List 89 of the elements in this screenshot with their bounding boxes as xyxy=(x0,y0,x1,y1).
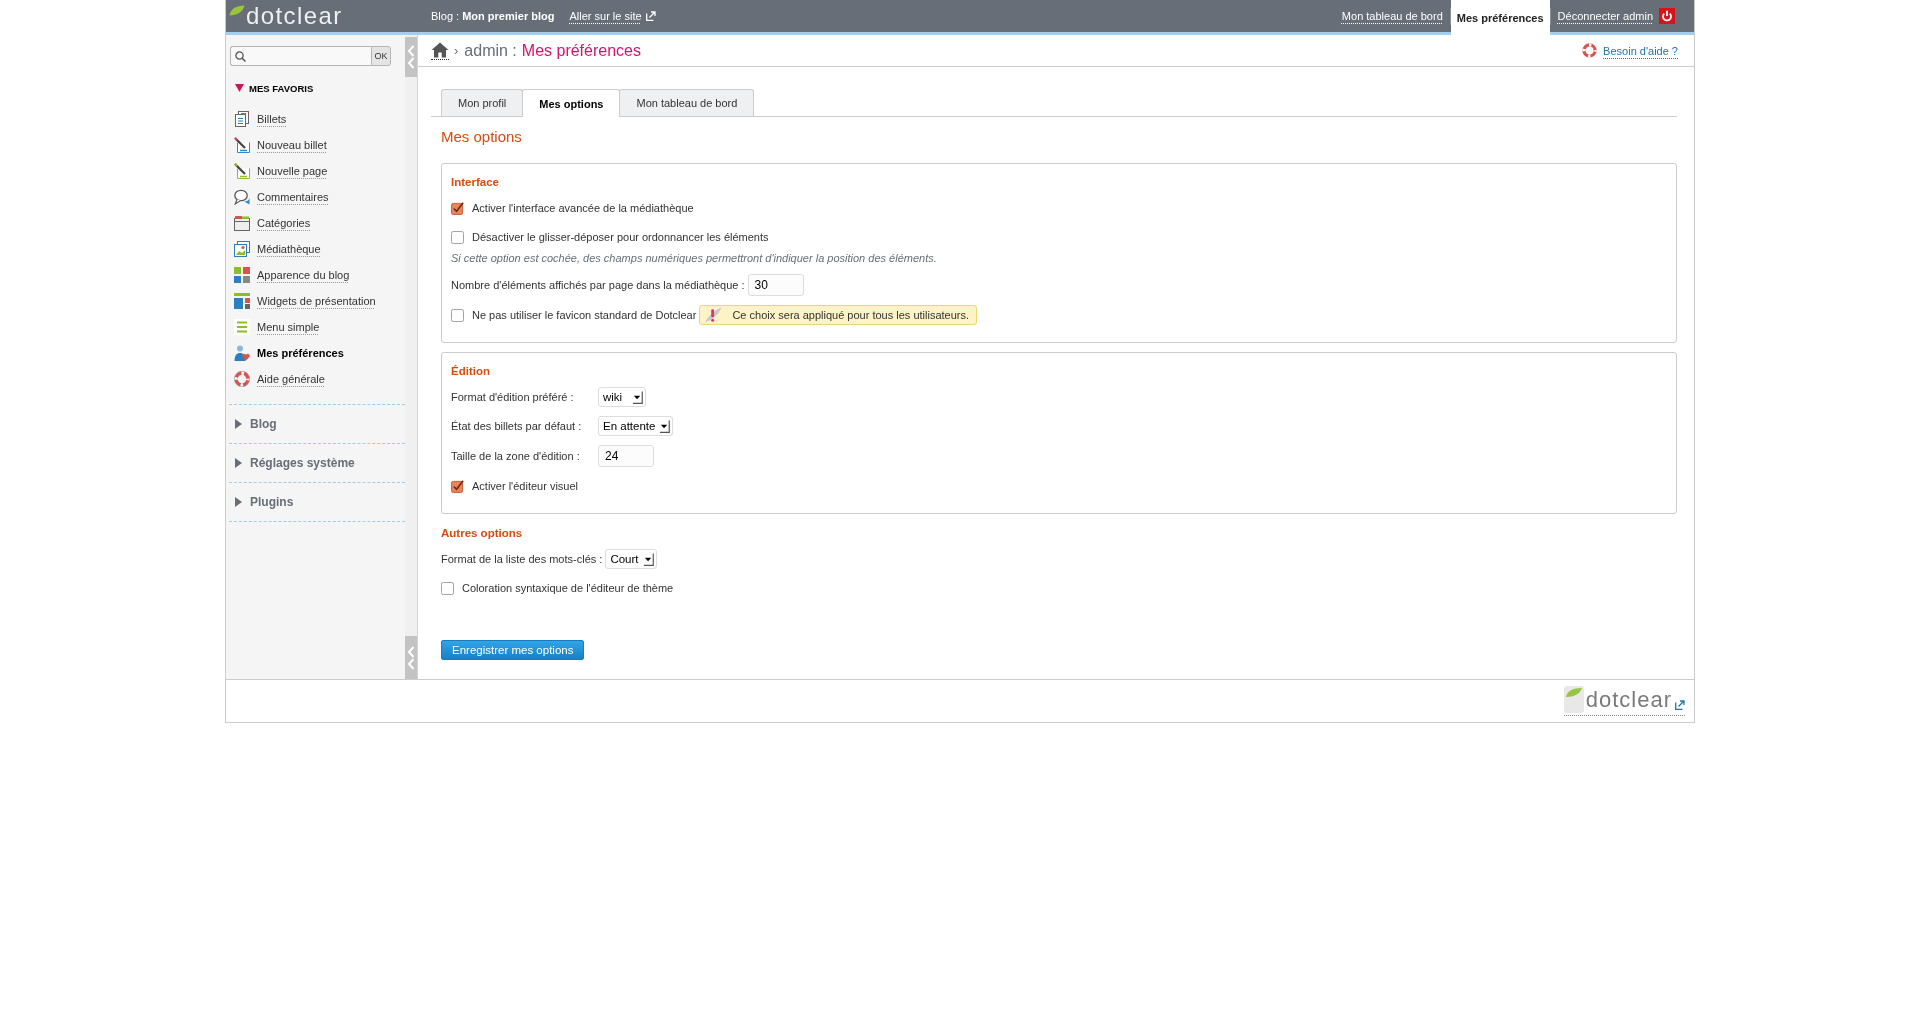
external-link-icon xyxy=(645,11,656,21)
group-title: Interface xyxy=(451,175,500,189)
group-title: Autres options xyxy=(441,526,524,540)
help-text: Si cette option est cochée, des champs numériques permettront d'indiquer la position des éléments. xyxy=(451,251,937,265)
checkbox[interactable] xyxy=(451,308,464,322)
sidebar-link[interactable]: Nouvelle page xyxy=(257,165,328,177)
field-label: État des billets par défaut : xyxy=(451,419,583,433)
triangle-right-icon xyxy=(235,458,242,468)
folder-icon xyxy=(234,215,250,231)
text-input[interactable]: 30 xyxy=(747,274,804,296)
breadcrumb-text: admin : xyxy=(464,41,517,60)
triangle-down-icon xyxy=(235,84,244,92)
warning-text: Ce choix sera appliqué pour tous les utilisateurs. xyxy=(732,309,970,321)
dropdown[interactable]: Court xyxy=(605,549,657,569)
caret-icon xyxy=(632,389,643,405)
nav-link[interactable]: Mes préférences xyxy=(1450,0,1550,35)
checkbox-label: Coloration syntaxique de l'éditeur de thème xyxy=(462,581,674,595)
blog-name-label: Blog : Mon premier blog xyxy=(431,10,555,22)
tab[interactable]: Mes options xyxy=(522,89,621,117)
text-input[interactable]: 24 xyxy=(598,445,654,467)
section-heading[interactable]: Plugins xyxy=(229,495,294,509)
dropdown[interactable]: wiki xyxy=(598,387,646,407)
home-icon xyxy=(431,41,449,58)
search-button[interactable]: OK xyxy=(371,46,391,66)
layout-icon xyxy=(234,293,250,309)
triangle-right-icon xyxy=(235,497,242,507)
tab[interactable]: Mon profil xyxy=(441,89,524,116)
image-icon xyxy=(234,241,250,257)
sidebar-link[interactable]: Menu simple xyxy=(257,321,320,333)
checkbox-label: Désactiver le glisser-déposer pour ordonnancer les éléments xyxy=(472,230,769,244)
search-field[interactable] xyxy=(230,46,371,66)
collapse-sidebar-button[interactable] xyxy=(405,37,417,77)
checkbox[interactable] xyxy=(451,479,464,493)
checkbox-label: Activer l'interface avancée de la médiathèque xyxy=(472,201,694,215)
pencil-page-icon xyxy=(234,163,250,179)
sidebar-link[interactable]: Billets xyxy=(257,113,287,125)
caret-icon xyxy=(642,551,654,567)
lifebuoy-icon xyxy=(234,371,250,387)
sidebar-link[interactable]: Mes préférences xyxy=(257,347,344,359)
group-title: Édition xyxy=(451,364,491,378)
double-chevron-left-icon xyxy=(407,45,415,69)
checkbox[interactable] xyxy=(441,581,454,595)
field-label: Nombre d'éléments affichés par page dans la médiathèque : xyxy=(451,278,745,292)
help-link[interactable]: Besoin d'aide ? xyxy=(1582,43,1678,58)
logout-link[interactable]: Déconnecter admin xyxy=(1550,0,1682,35)
page-heading: Mes préférences xyxy=(521,41,641,60)
logo-link[interactable]: dotclear xyxy=(229,4,343,28)
checkbox-label: Activer l'éditeur visuel xyxy=(472,479,579,493)
dropdown[interactable]: En attente xyxy=(598,416,674,436)
checkbox-label: Ne pas utiliser le favicon standard de Dotclear xyxy=(472,308,697,322)
document-icon xyxy=(234,111,250,127)
field-label: Taille de la zone d'édition : xyxy=(451,449,581,463)
sidebar-link[interactable]: Widgets de présentation xyxy=(257,295,376,307)
checkbox[interactable] xyxy=(451,230,464,244)
sidebar-link[interactable]: Médiathèque xyxy=(257,243,321,255)
sidebar-link[interactable]: Aide générale xyxy=(257,373,325,385)
field-label: Format de la liste des mots-clés : xyxy=(441,552,603,566)
checkbox[interactable] xyxy=(451,201,464,215)
section-heading[interactable]: Blog xyxy=(229,417,277,431)
leaf-icon xyxy=(229,5,245,16)
home-link[interactable] xyxy=(431,41,449,60)
visit-site-link[interactable]: Aller sur le site xyxy=(569,10,656,22)
lifebuoy-icon xyxy=(1582,43,1598,58)
sidebar-link[interactable]: Apparence du blog xyxy=(257,269,350,281)
exclamation-icon xyxy=(704,307,723,323)
breadcrumb-separator: › xyxy=(454,43,459,58)
leaf-icon xyxy=(1563,686,1584,713)
section-title: Mes options xyxy=(441,128,523,146)
caret-icon xyxy=(659,418,671,434)
section-heading[interactable]: Réglages système xyxy=(229,456,355,470)
pencil-page-icon xyxy=(234,137,250,153)
color-squares-icon xyxy=(234,267,250,283)
footer-logo-link[interactable]: dotclear xyxy=(1563,686,1685,716)
user-heart-icon xyxy=(234,345,250,361)
sidebar-link[interactable]: Catégories xyxy=(257,217,311,229)
sidebar-link[interactable]: Commentaires xyxy=(257,191,329,203)
search-icon xyxy=(235,50,246,62)
collapse-sidebar-button[interactable] xyxy=(405,636,417,679)
field-label: Format d'édition préféré : xyxy=(451,390,575,404)
power-icon xyxy=(1659,8,1675,24)
triangle-right-icon xyxy=(235,419,242,429)
nav-link[interactable]: Mon tableau de bord xyxy=(1334,0,1450,35)
sidebar-link[interactable]: Nouveau billet xyxy=(257,139,327,151)
double-chevron-left-icon xyxy=(407,645,415,670)
list-icon xyxy=(234,319,250,335)
tab[interactable]: Mon tableau de bord xyxy=(619,89,755,116)
section-heading[interactable]: MES FAVORIS xyxy=(235,81,314,95)
speech-bubbles-icon xyxy=(234,189,250,205)
external-link-icon xyxy=(1675,700,1685,710)
